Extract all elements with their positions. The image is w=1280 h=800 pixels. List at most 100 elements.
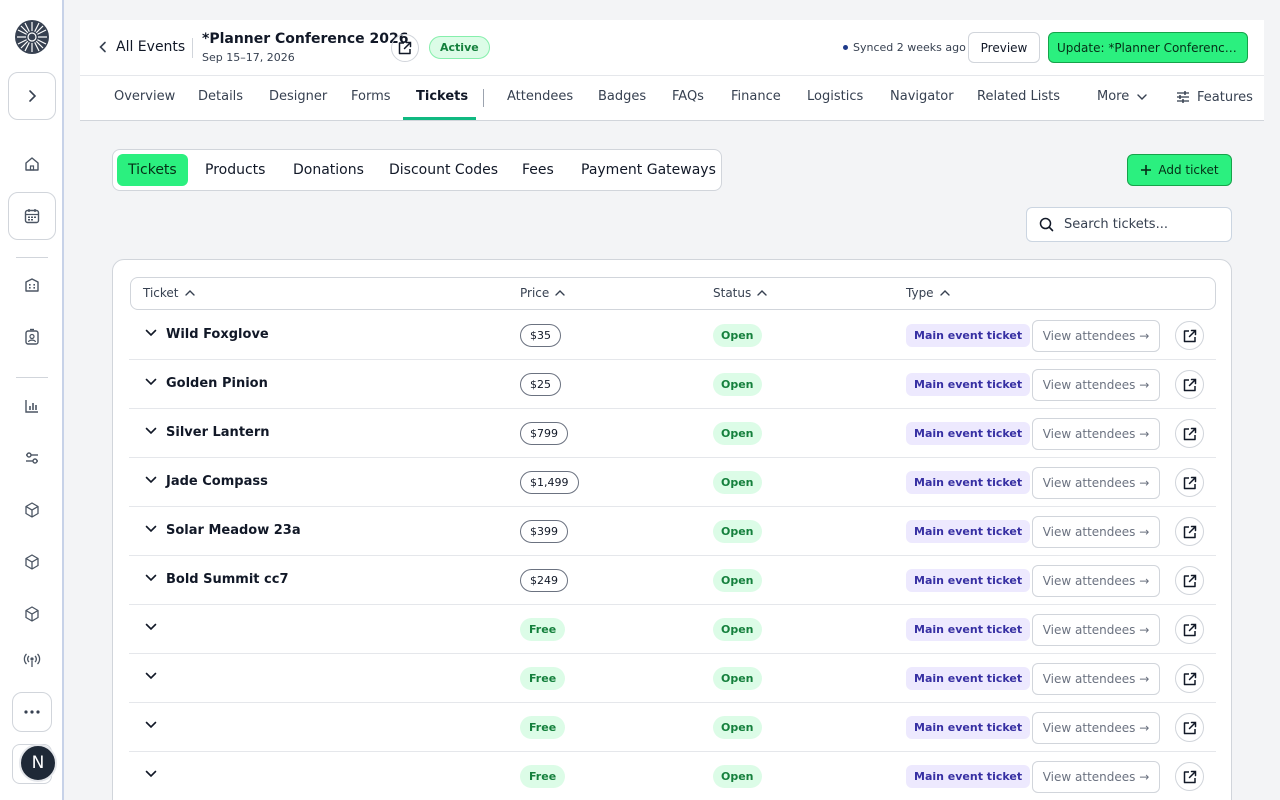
cube-icon[interactable]	[22, 500, 42, 520]
features-label: Features	[1197, 89, 1253, 105]
view-attendees-button[interactable]: View attendees →	[1032, 418, 1160, 450]
features-button[interactable]: Features	[1175, 89, 1253, 105]
status-badge: Open	[713, 618, 762, 641]
back-to-all-events-link[interactable]: All Events	[98, 39, 185, 55]
view-attendees-button[interactable]: View attendees →	[1032, 712, 1160, 744]
preview-button[interactable]: Preview	[968, 32, 1040, 63]
column-header-price[interactable]: Price	[520, 286, 565, 300]
add-ticket-button[interactable]: Add ticket	[1127, 154, 1232, 186]
expand-row-chevron-icon[interactable]	[145, 329, 157, 337]
view-attendees-button[interactable]: View attendees →	[1032, 369, 1160, 401]
column-header-status[interactable]: Status	[713, 286, 767, 300]
open-ticket-button[interactable]	[1175, 517, 1204, 546]
nav-divider	[483, 89, 484, 107]
subtab-products[interactable]: Products	[194, 154, 276, 186]
bar-chart-icon[interactable]	[22, 396, 42, 416]
sliders-icon[interactable]	[22, 448, 42, 468]
table-row[interactable]: Wild Foxglove $35 Open Main event ticket Vie…	[129, 311, 1216, 360]
expand-row-chevron-icon[interactable]	[145, 770, 157, 778]
sync-status: Synced 2 weeks ago	[843, 41, 966, 54]
column-header-ticket[interactable]: Ticket	[143, 286, 195, 300]
home-icon[interactable]	[22, 154, 42, 174]
view-attendees-button[interactable]: View attendees →	[1032, 320, 1160, 352]
table-row[interactable]: Jade Compass $1,499 Open Main event ticket V…	[129, 458, 1216, 507]
more-options-button[interactable]	[12, 692, 52, 732]
expand-sidebar-button[interactable]	[8, 72, 56, 120]
subtab-fees[interactable]: Fees	[511, 154, 565, 186]
type-badge: Main event ticket	[906, 422, 1031, 445]
search-input[interactable]	[1064, 217, 1214, 232]
tab-tickets[interactable]: Tickets	[416, 89, 468, 104]
expand-row-chevron-icon[interactable]	[145, 721, 157, 729]
table-row[interactable]: Free Open Main event ticket View attendees …	[129, 703, 1216, 752]
status-badge: Open	[713, 324, 762, 347]
subtab-donations[interactable]: Donations	[282, 154, 375, 186]
subtab-discount-codes[interactable]: Discount Codes	[378, 154, 509, 186]
tab-forms[interactable]: Forms	[351, 89, 391, 104]
expand-row-chevron-icon[interactable]	[145, 427, 157, 435]
building-icon[interactable]	[22, 275, 42, 295]
badge-icon[interactable]	[22, 327, 42, 347]
tab-related-lists[interactable]: Related Lists	[977, 89, 1060, 104]
table-row[interactable]: Golden Pinion $25 Open Main event ticket Vie…	[129, 360, 1216, 409]
tab-details[interactable]: Details	[198, 89, 243, 104]
table-row[interactable]: Bold Summit cc7 $249 Open Main event ticket…	[129, 556, 1216, 605]
expand-row-chevron-icon[interactable]	[145, 378, 157, 386]
logo-icon[interactable]	[14, 19, 50, 55]
table-row[interactable]: Free Open Main event ticket View attendees …	[129, 752, 1216, 800]
view-attendees-button[interactable]: View attendees →	[1032, 614, 1160, 646]
expand-row-chevron-icon[interactable]	[145, 574, 157, 582]
column-label: Status	[713, 286, 752, 300]
open-ticket-button[interactable]	[1175, 370, 1204, 399]
open-ticket-button[interactable]	[1175, 713, 1204, 742]
view-attendees-button[interactable]: View attendees →	[1032, 663, 1160, 695]
expand-row-chevron-icon[interactable]	[145, 672, 157, 680]
search-box	[1026, 207, 1232, 242]
tab-badges[interactable]: Badges	[598, 89, 646, 104]
subtab-tickets[interactable]: Tickets	[117, 154, 188, 186]
table-row[interactable]: Free Open Main event ticket View attendees …	[129, 654, 1216, 703]
tab-faqs[interactable]: FAQs	[672, 89, 704, 104]
open-ticket-button[interactable]	[1175, 615, 1204, 644]
open-ticket-button[interactable]	[1175, 468, 1204, 497]
open-ticket-button[interactable]	[1175, 419, 1204, 448]
external-link-icon	[1182, 671, 1198, 687]
subtab-payment-gateways[interactable]: Payment Gateways	[570, 154, 727, 186]
more-tabs-dropdown[interactable]: More	[1097, 89, 1147, 104]
table-row[interactable]: Solar Meadow 23a $399 Open Main event ticke…	[129, 507, 1216, 556]
tab-logistics[interactable]: Logistics	[807, 89, 863, 104]
tab-navigator[interactable]: Navigator	[890, 89, 954, 104]
view-attendees-button[interactable]: View attendees →	[1032, 565, 1160, 597]
price-badge: $25	[520, 373, 561, 396]
tab-designer[interactable]: Designer	[269, 89, 327, 104]
column-header-type[interactable]: Type	[906, 286, 950, 300]
view-attendees-button[interactable]: View attendees →	[1032, 467, 1160, 499]
expand-row-chevron-icon[interactable]	[145, 476, 157, 484]
expand-row-chevron-icon[interactable]	[145, 525, 157, 533]
external-link-icon	[1182, 475, 1198, 491]
price-badge: $799	[520, 422, 568, 445]
calendar-nav-button[interactable]	[8, 192, 56, 240]
tab-attendees[interactable]: Attendees	[507, 89, 573, 104]
update-event-button[interactable]: Update: *Planner Conference 2026	[1048, 32, 1248, 63]
view-attendees-button[interactable]: View attendees →	[1032, 516, 1160, 548]
open-ticket-button[interactable]	[1175, 566, 1204, 595]
view-attendees-button[interactable]: View attendees →	[1032, 761, 1160, 793]
add-ticket-label: Add ticket	[1158, 163, 1219, 177]
header-divider	[192, 38, 193, 58]
open-ticket-button[interactable]	[1175, 762, 1204, 791]
cube-icon[interactable]	[22, 604, 42, 624]
table-row[interactable]: Free Open Main event ticket View attendees …	[129, 605, 1216, 654]
sliders-icon	[1177, 91, 1189, 103]
tab-finance[interactable]: Finance	[731, 89, 781, 104]
expand-row-chevron-icon[interactable]	[145, 623, 157, 631]
table-row[interactable]: Silver Lantern $799 Open Main event ticket V…	[129, 409, 1216, 458]
avatar[interactable]: N	[19, 744, 57, 782]
open-event-button[interactable]	[391, 34, 419, 62]
ticket-name: Golden Pinion	[166, 376, 268, 391]
cube-icon[interactable]	[22, 552, 42, 572]
broadcast-icon[interactable]	[22, 650, 42, 670]
tab-overview[interactable]: Overview	[114, 89, 175, 104]
open-ticket-button[interactable]	[1175, 664, 1204, 693]
open-ticket-button[interactable]	[1175, 321, 1204, 350]
